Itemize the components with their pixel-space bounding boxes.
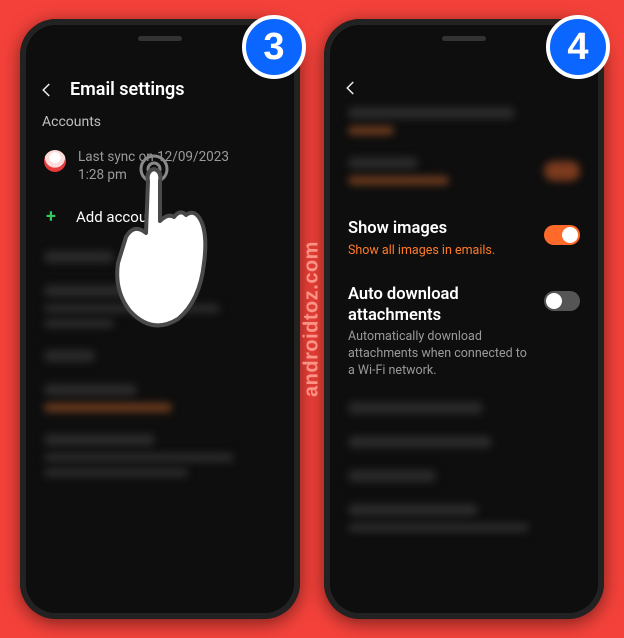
- toggle-auto-download[interactable]: [544, 291, 580, 311]
- add-account-row[interactable]: + Add account: [26, 194, 294, 245]
- setting-subtitle: Show all images in emails.: [348, 243, 532, 259]
- step-badge-3: 3: [242, 15, 306, 79]
- account-row[interactable]: Last sync on 12/09/2023 1:28 pm: [26, 132, 294, 194]
- watermark: androidtoz.com: [301, 241, 324, 397]
- setting-subtitle: Automatically download attachments when …: [348, 329, 532, 380]
- page-title: Email settings: [70, 79, 185, 100]
- back-icon[interactable]: [342, 79, 360, 97]
- plus-icon: +: [46, 206, 62, 227]
- blurred-bottom-rows: [330, 396, 598, 560]
- phone-frame-right: Show images Show all images in emails. A…: [324, 19, 604, 619]
- account-sync-text: Last sync on 12/09/2023 1:28 pm: [78, 148, 229, 184]
- setting-title: Auto download attachments: [348, 285, 532, 326]
- section-accounts: Accounts: [26, 106, 294, 132]
- back-icon[interactable]: [38, 81, 56, 99]
- blurred-settings-list: [26, 245, 294, 505]
- screen-header: Email settings: [26, 73, 294, 106]
- step-badge-4: 4: [546, 15, 610, 79]
- phone-screen-left: Email settings Accounts Last sync on 12/…: [26, 25, 294, 613]
- phone-frame-left: Email settings Accounts Last sync on 12/…: [20, 19, 300, 619]
- setting-title: Show images: [348, 219, 532, 240]
- add-account-label: Add account: [76, 208, 160, 226]
- phone-screen-right: Show images Show all images in emails. A…: [330, 25, 598, 613]
- setting-auto-download[interactable]: Auto download attachments Automatically …: [330, 275, 598, 396]
- screen-header: [330, 73, 598, 103]
- blurred-top-rows: [330, 103, 598, 209]
- setting-show-images[interactable]: Show images Show all images in emails.: [330, 209, 598, 275]
- toggle-show-images[interactable]: [544, 225, 580, 245]
- avatar: [44, 150, 66, 172]
